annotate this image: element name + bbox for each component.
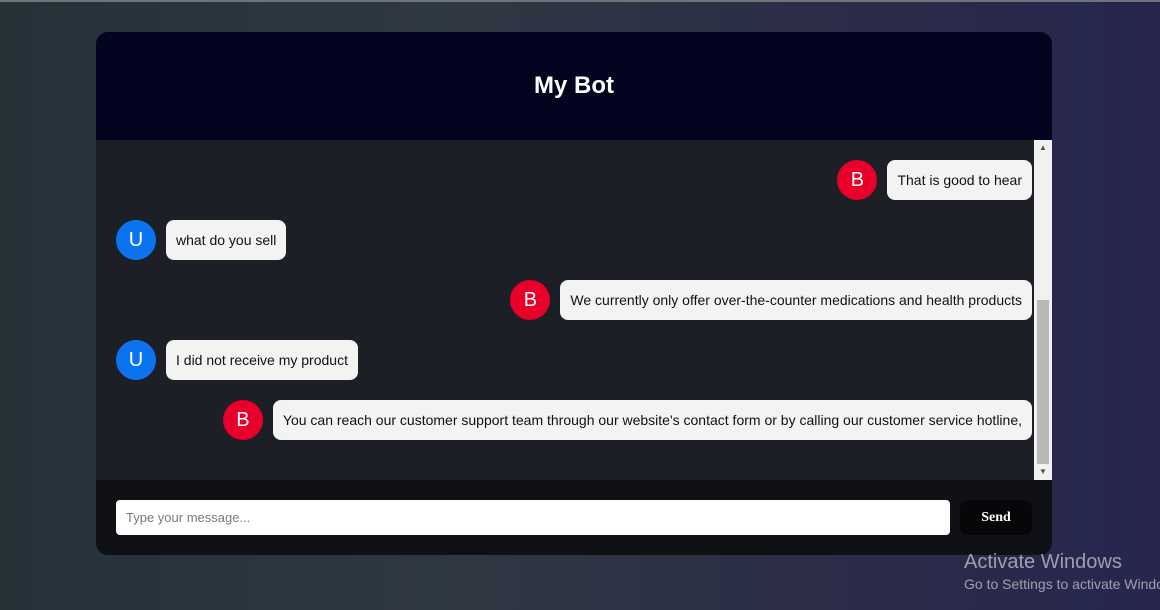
scroll-down-arrow-icon[interactable]: ▼ [1034,464,1052,480]
send-button[interactable]: Send [960,500,1032,535]
chat-header: My Bot [96,32,1052,140]
message-bubble: We currently only offer over-the-counter… [560,280,1032,320]
user-message: U I did not receive my product [116,340,358,380]
chat-window: My Bot B That is good to hear U what do … [96,32,1052,555]
message-input[interactable] [116,500,950,535]
watermark-subtitle: Go to Settings to activate Windows. [964,576,1160,592]
scroll-up-arrow-icon[interactable]: ▲ [1034,140,1052,156]
message-bubble: You can reach our customer support team … [272,400,1032,440]
user-avatar: U [116,340,156,380]
bot-message: B That is good to hear [837,160,1032,200]
scroll-thumb[interactable] [1037,300,1049,464]
bot-avatar: B [837,160,878,200]
bot-message: B You can reach our customer support tea… [222,400,1032,440]
top-border-line [0,0,1160,2]
activate-windows-watermark: Activate Windows Go to Settings to activ… [964,550,1160,594]
user-message: U what do you sell [116,220,287,260]
message-bubble: what do you sell [166,220,287,260]
user-avatar: U [116,220,156,260]
bot-avatar: B [510,280,551,320]
bot-message: B We currently only offer over-the-count… [510,280,1032,320]
chat-title: My Bot [534,72,614,99]
watermark-title: Activate Windows [964,551,1122,573]
input-bar: Send [96,480,1052,555]
message-bubble: I did not receive my product [166,340,358,380]
message-list[interactable]: B That is good to hear U what do you sel… [96,140,1034,480]
message-scrollbar[interactable]: ▲ ▼ [1034,140,1052,480]
bot-avatar: B [222,400,263,440]
message-bubble: That is good to hear [887,160,1032,200]
